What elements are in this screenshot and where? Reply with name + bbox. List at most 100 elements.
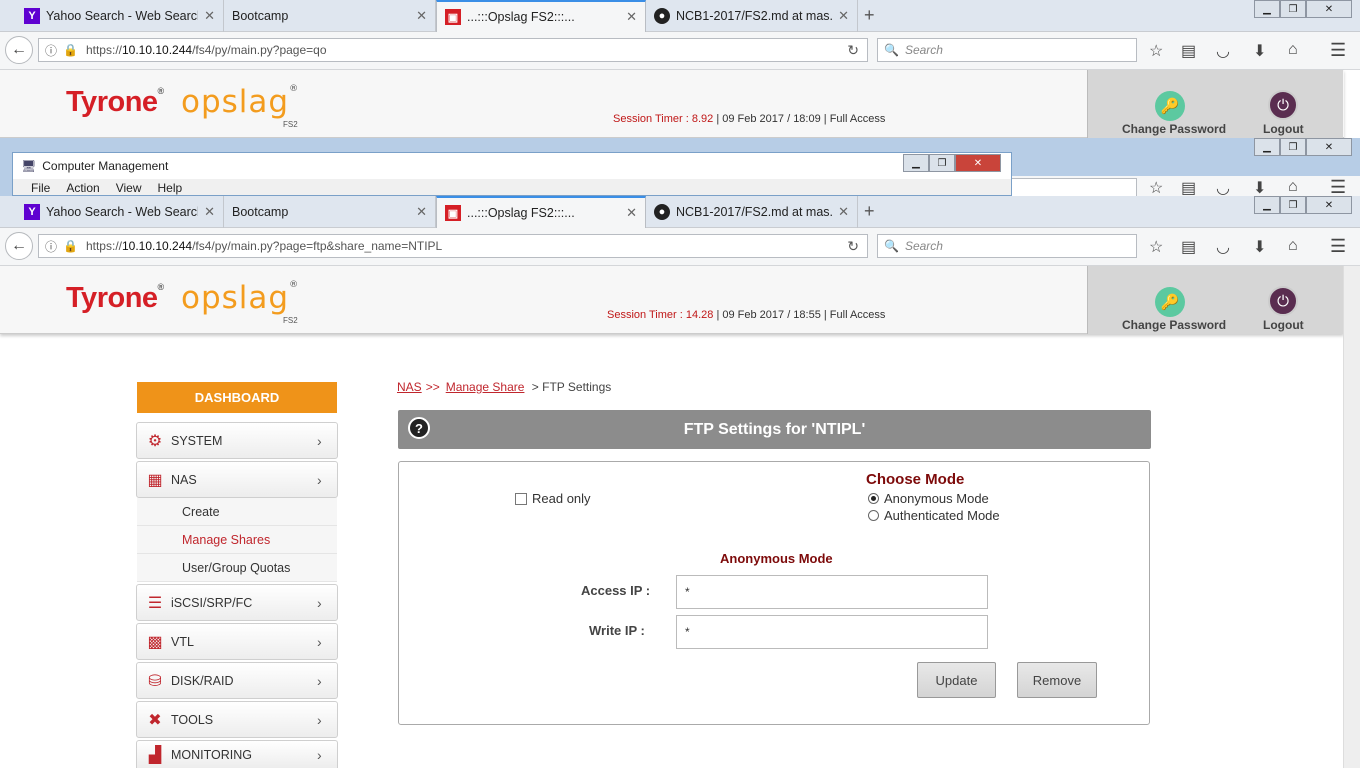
close-window-icon[interactable]: ✕ bbox=[955, 154, 1001, 172]
maximize-icon[interactable]: ❐ bbox=[929, 154, 955, 172]
change-password-link[interactable]: Change Password bbox=[1122, 318, 1226, 332]
bookmark-star-icon[interactable]: ☆ bbox=[1149, 237, 1163, 257]
tab-yahoo[interactable]: Y Yahoo Search - Web Search ✕ bbox=[16, 196, 224, 228]
window-title: Computer Management bbox=[42, 159, 169, 173]
tab-yahoo-top[interactable]: Y Yahoo Search - Web Search ✕ bbox=[16, 0, 224, 32]
download-icon[interactable]: ⬇ bbox=[1253, 178, 1266, 198]
menu-icon[interactable]: ☰ bbox=[1330, 40, 1346, 61]
logout-link[interactable]: Logout bbox=[1263, 318, 1304, 332]
reload-icon[interactable]: ↻ bbox=[847, 238, 859, 255]
key-icon[interactable]: 🔑 bbox=[1155, 287, 1185, 317]
new-tab-icon[interactable]: + bbox=[864, 5, 875, 26]
menu-view[interactable]: View bbox=[116, 181, 142, 195]
sidebar-item-monitoring[interactable]: ▟ MONITORING › bbox=[136, 740, 338, 768]
authenticated-mode-radio[interactable] bbox=[868, 510, 879, 521]
close-window-icon[interactable]: ✕ bbox=[1306, 0, 1352, 18]
menu-icon[interactable]: ☰ bbox=[1330, 177, 1346, 198]
reading-list-icon[interactable]: ▤ bbox=[1181, 178, 1196, 198]
power-icon[interactable]: ⏻ bbox=[1268, 90, 1298, 120]
opslag-icon: ▣ bbox=[445, 205, 461, 221]
search-box[interactable]: 🔍 Search bbox=[877, 234, 1137, 258]
maximize-icon[interactable]: ❐ bbox=[1280, 0, 1306, 18]
pocket-icon[interactable]: ◡ bbox=[1216, 41, 1230, 61]
back-icon[interactable]: ← bbox=[5, 232, 33, 260]
authenticated-mode-option[interactable]: Authenticated Mode bbox=[868, 508, 1000, 523]
change-password-link[interactable]: Change Password bbox=[1122, 122, 1226, 136]
bookmark-star-icon[interactable]: ☆ bbox=[1149, 178, 1163, 198]
sidebar-item-nas[interactable]: ▦ NAS › bbox=[136, 461, 338, 498]
help-icon[interactable]: ? bbox=[408, 417, 430, 439]
anonymous-mode-radio[interactable] bbox=[868, 493, 879, 504]
back-icon[interactable]: ← bbox=[5, 36, 33, 64]
sidebar-sub-create[interactable]: Create bbox=[137, 498, 337, 526]
minimize-icon[interactable]: ▁ bbox=[1254, 138, 1280, 156]
home-icon[interactable]: ⌂ bbox=[1288, 237, 1298, 255]
url-bar-top[interactable]: ⓘ 🔒 https://10.10.10.244/fs4/py/main.py?… bbox=[38, 38, 868, 62]
anonymous-mode-option[interactable]: Anonymous Mode bbox=[868, 491, 989, 506]
minimize-icon[interactable]: ▁ bbox=[1254, 0, 1280, 18]
tab-bootcamp[interactable]: Bootcamp ✕ bbox=[224, 196, 436, 228]
tab-opslag[interactable]: ▣ ...:::Opslag FS2:::... ✕ bbox=[436, 196, 646, 228]
sidebar-item-tools[interactable]: ✖ TOOLS › bbox=[136, 701, 338, 738]
close-icon[interactable]: ✕ bbox=[838, 8, 849, 24]
new-tab-icon[interactable]: + bbox=[864, 201, 875, 222]
computer-management-window[interactable]: 🖥 Computer Management File Action View H… bbox=[12, 152, 1012, 196]
close-icon[interactable]: ✕ bbox=[204, 8, 215, 24]
choose-mode-title: Choose Mode bbox=[866, 471, 965, 488]
menu-help[interactable]: Help bbox=[158, 181, 183, 195]
sidebar-item-disk-raid[interactable]: ⛁ DISK/RAID › bbox=[136, 662, 338, 699]
pocket-icon[interactable]: ◡ bbox=[1216, 237, 1230, 257]
sidebar-sub-quotas[interactable]: User/Group Quotas bbox=[137, 554, 337, 582]
minimize-icon[interactable]: ▁ bbox=[903, 154, 929, 172]
update-button[interactable]: Update bbox=[917, 662, 996, 698]
home-icon[interactable]: ⌂ bbox=[1288, 178, 1298, 196]
close-icon[interactable]: ✕ bbox=[626, 9, 637, 25]
home-icon[interactable]: ⌂ bbox=[1288, 41, 1298, 59]
menu-action[interactable]: Action bbox=[66, 181, 99, 195]
close-window-icon[interactable]: ✕ bbox=[1306, 138, 1352, 156]
close-window-icon[interactable]: ✕ bbox=[1306, 196, 1352, 214]
maximize-icon[interactable]: ❐ bbox=[1280, 138, 1306, 156]
page-scrollbar[interactable] bbox=[1343, 266, 1360, 768]
menu-icon[interactable]: ☰ bbox=[1330, 236, 1346, 257]
tab-opslag-top[interactable]: ▣ ...:::Opslag FS2:::... ✕ bbox=[436, 0, 646, 32]
close-icon[interactable]: ✕ bbox=[204, 204, 215, 220]
download-icon[interactable]: ⬇ bbox=[1253, 41, 1266, 61]
tab-bootcamp-top[interactable]: Bootcamp ✕ bbox=[224, 0, 436, 32]
close-icon[interactable]: ✕ bbox=[626, 205, 637, 221]
panel-title: FTP Settings for 'NTIPL' bbox=[683, 420, 866, 438]
tab-github-top[interactable]: ● NCB1-2017/FS2.md at mas... ✕ bbox=[646, 0, 858, 32]
download-icon[interactable]: ⬇ bbox=[1253, 237, 1266, 257]
yahoo-icon: Y bbox=[24, 204, 40, 220]
access-ip-input[interactable]: * bbox=[676, 575, 988, 609]
close-icon[interactable]: ✕ bbox=[416, 8, 427, 24]
search-box-top[interactable]: 🔍 Search bbox=[877, 38, 1137, 62]
reload-icon[interactable]: ↻ bbox=[847, 42, 859, 59]
sidebar-item-system[interactable]: ⚙ SYSTEM › bbox=[136, 422, 338, 459]
breadcrumb-nas[interactable]: NAS bbox=[397, 380, 422, 394]
remove-button[interactable]: Remove bbox=[1017, 662, 1097, 698]
close-icon[interactable]: ✕ bbox=[838, 204, 849, 220]
tab-github[interactable]: ● NCB1-2017/FS2.md at mas... ✕ bbox=[646, 196, 858, 228]
breadcrumb-manage-share[interactable]: Manage Share bbox=[446, 380, 525, 394]
bookmark-star-icon[interactable]: ☆ bbox=[1149, 41, 1163, 61]
sidebar-item-vtl[interactable]: ▩ VTL › bbox=[136, 623, 338, 660]
github-icon: ● bbox=[654, 8, 670, 24]
logout-link[interactable]: Logout bbox=[1263, 122, 1304, 136]
sidebar-sub-manage-shares[interactable]: Manage Shares bbox=[137, 526, 337, 554]
dashboard-button[interactable]: DASHBOARD bbox=[137, 382, 337, 413]
menu-file[interactable]: File bbox=[31, 181, 50, 195]
read-only-checkbox[interactable] bbox=[515, 492, 527, 505]
close-icon[interactable]: ✕ bbox=[416, 204, 427, 220]
key-icon[interactable]: 🔑 bbox=[1155, 91, 1185, 121]
maximize-icon[interactable]: ❐ bbox=[1280, 196, 1306, 214]
power-icon[interactable]: ⏻ bbox=[1268, 286, 1298, 316]
header-actions: 🔑 Change Password ⏻ Logout bbox=[1087, 70, 1343, 138]
write-ip-input[interactable]: * bbox=[676, 615, 988, 649]
sidebar-item-iscsi[interactable]: ☰ iSCSI/SRP/FC › bbox=[136, 584, 338, 621]
reading-list-icon[interactable]: ▤ bbox=[1181, 41, 1196, 61]
pocket-icon[interactable]: ◡ bbox=[1216, 178, 1230, 198]
url-bar[interactable]: ⓘ 🔒 https://10.10.10.244/fs4/py/main.py?… bbox=[38, 234, 868, 258]
minimize-icon[interactable]: ▁ bbox=[1254, 196, 1280, 214]
reading-list-icon[interactable]: ▤ bbox=[1181, 237, 1196, 257]
